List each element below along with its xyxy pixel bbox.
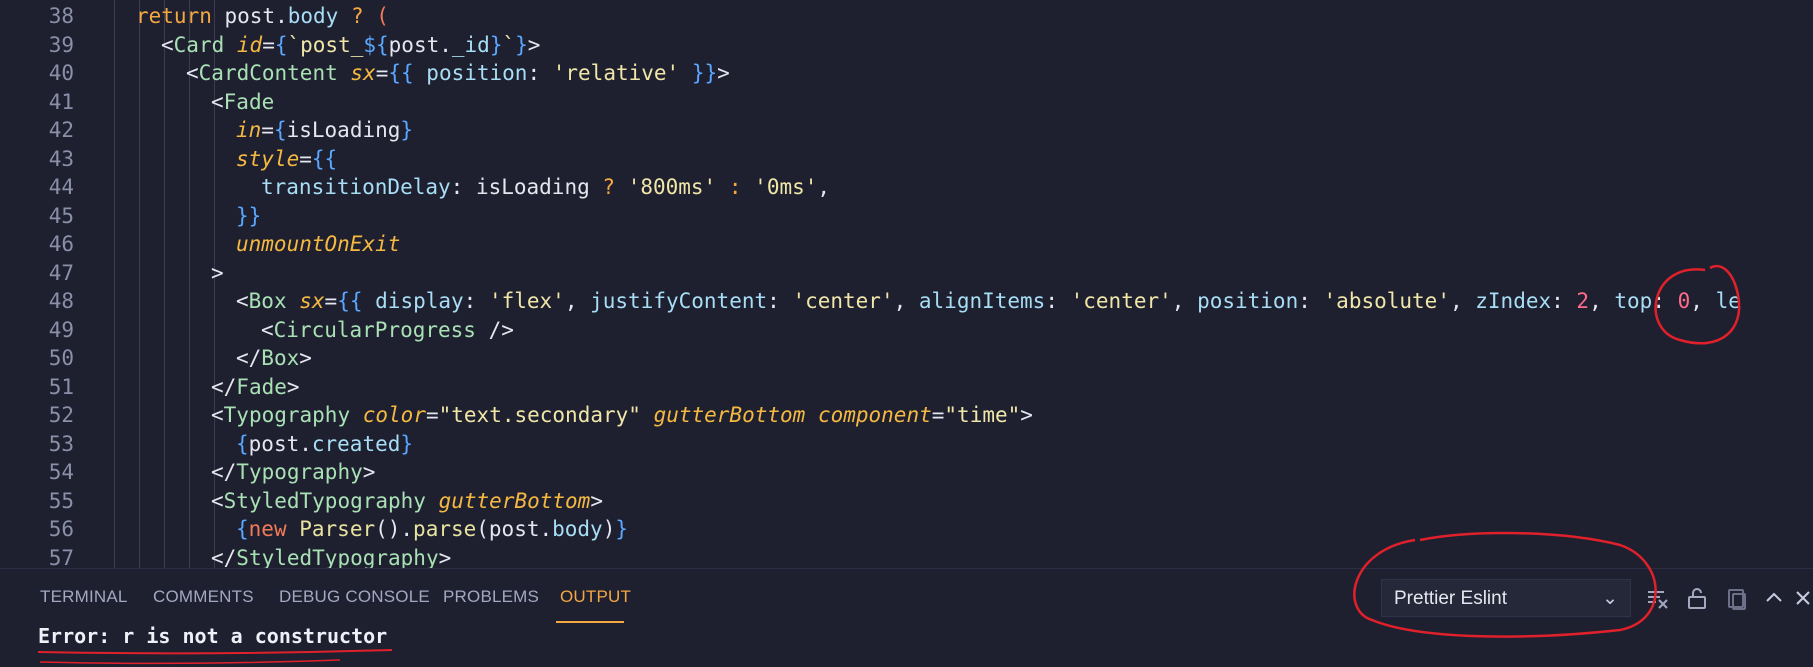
code-line[interactable]: 43 style={{ [0,145,1813,174]
output-error-text: Error: r is not a constructor [38,624,388,648]
code-text: </Box> [236,346,312,370]
code-line[interactable]: 38 return post.body ? ( [0,2,1813,31]
line-number: 46 [48,232,74,256]
code-line[interactable]: 45}} [0,202,1813,231]
code-line[interactable]: 48 <Box sx={{ display: 'flex', justifyCon… [0,287,1813,316]
tab-terminal[interactable]: TERMINAL [40,587,128,607]
code-text: <StyledTypography gutterBottom> [211,488,603,513]
code-line[interactable]: 39 <Card id={`post_${post._id}`}> [0,31,1813,60]
line-number: 56 [48,517,74,541]
code-line[interactable]: 46 unmountOnExit [0,230,1813,259]
line-number: 43 [48,146,74,171]
code-text: <Typography color="text.secondary" gutte… [211,403,1033,427]
code-text: <Card id={`post_${post._id}`}> [161,32,541,57]
code-line[interactable]: 41 <Fade [0,88,1813,117]
line-number: 40 [48,61,74,85]
code-line[interactable]: 42 in={isLoading} [0,116,1813,145]
code-text: {post.created} [236,431,414,456]
line-number: 53 [48,431,74,456]
code-text: </StyledTypography> [211,545,452,569]
code-line[interactable]: 52 <Typography color="text.secondary" gut… [0,401,1813,430]
chevron-down-icon: ⌄ [1602,588,1618,609]
code-text: unmountOnExit [236,232,401,256]
code-line[interactable]: 54 </Typography> [0,458,1813,487]
line-number: 41 [48,89,74,114]
line-number: 50 [48,346,74,370]
code-line[interactable]: 53 {post.created} [0,430,1813,459]
code-text: }} [236,203,262,228]
line-number: 55 [48,488,74,513]
tab-debug-console[interactable]: DEBUG CONSOLE [279,587,430,607]
output-channel-label: Prettier Eslint [1394,588,1507,609]
code-text: </Typography> [211,460,376,484]
line-number: 57 [48,545,74,569]
active-tab-indicator [556,621,624,623]
code-text: </Fade> [211,374,300,399]
code-line[interactable]: 55 <StyledTypography gutterBottom> [0,487,1813,516]
copy-output-icon[interactable] [1723,584,1749,612]
output-channel-select[interactable]: Prettier Eslint ⌄ [1381,579,1631,617]
tab-problems[interactable]: PROBLEMS [443,587,539,607]
code-line[interactable]: 47 > [0,259,1813,288]
code-text: in={isLoading} [236,118,414,142]
line-number: 51 [48,374,74,399]
code-line[interactable]: 49 <CircularProgress /> [0,316,1813,345]
line-number: 42 [48,118,74,142]
line-number: 49 [48,317,74,342]
code-text: <CircularProgress /> [261,317,514,342]
code-text: style={{ [236,146,338,171]
clear-output-icon[interactable] [1645,584,1671,612]
line-number: 45 [48,203,74,228]
code-line[interactable]: 57 </StyledTypography> [0,544,1813,569]
line-number: 39 [48,32,74,57]
line-number: 38 [48,4,74,28]
line-number: 47 [48,260,74,285]
code-text: <CardContent sx={{ position: 'relative' … [186,61,730,85]
code-line[interactable]: 44 transitionDelay: isLoading ? '800ms' :… [0,173,1813,202]
code-text: {new Parser().parse(post.body)} [236,517,629,541]
maximize-panel-icon[interactable] [1761,584,1787,612]
code-line[interactable]: 51 </Fade> [0,373,1813,402]
lock-scroll-icon[interactable] [1684,584,1710,612]
code-line[interactable]: 56 {new Parser().parse(post.body)} [0,515,1813,544]
code-text: > [211,260,224,285]
code-text: transitionDelay: isLoading ? '800ms' : '… [261,175,831,199]
line-number: 44 [48,175,74,199]
code-line[interactable]: 50 </Box> [0,344,1813,373]
line-number: 54 [48,460,74,484]
tab-output[interactable]: OUTPUT [560,587,631,607]
code-line[interactable]: 40 <CardContent sx={{ position: 'relative… [0,59,1813,88]
code-editor[interactable]: 38 return post.body ? ( 39 <Card id={`post_… [0,0,1813,568]
code-text: <Fade [211,89,275,114]
tab-comments[interactable]: COMMENTS [153,587,254,607]
line-number: 48 [48,289,74,313]
line-number: 52 [48,403,74,427]
code-text: return post.body ? ( [136,4,389,28]
close-panel-icon[interactable] [1792,584,1813,612]
code-text: <Box sx={{ display: 'flex', justifyConte… [236,289,1741,313]
